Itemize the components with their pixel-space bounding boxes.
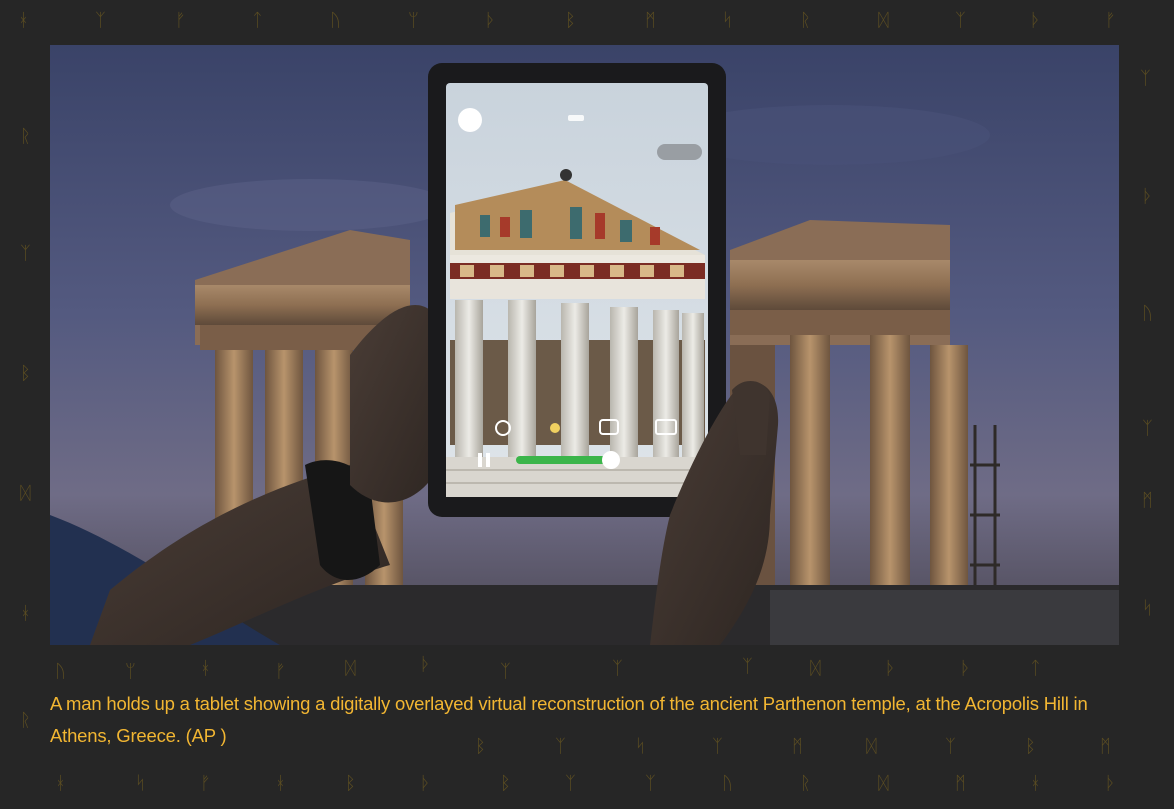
decor-glyph: ᛒ — [565, 10, 576, 31]
decor-glyph: ᚦ — [1030, 10, 1041, 31]
decor-glyph: ᚼ — [55, 773, 66, 794]
decor-glyph: ᚦ — [420, 773, 431, 794]
photo-caption: A man holds up a tablet showing a digita… — [50, 693, 1088, 746]
decor-glyph: ᚢ — [330, 10, 341, 31]
decor-glyph: ᛉ — [955, 10, 966, 31]
decor-glyph: ᚦ — [1142, 186, 1153, 207]
decor-glyph: ᚦ — [485, 10, 496, 31]
decor-glyph: ᛒ — [500, 773, 511, 794]
decor-glyph: ᚠ — [275, 661, 286, 682]
decor-glyph: ᚠ — [1105, 10, 1116, 31]
decor-glyph: ᛗ — [955, 773, 966, 794]
decor-glyph: ᛉ — [565, 773, 576, 794]
decor-glyph: ᛉ — [20, 243, 31, 264]
decor-glyph: ᚼ — [20, 603, 31, 624]
decor-glyph: ᚦ — [885, 658, 896, 679]
decor-glyph: ᛘ — [408, 10, 419, 31]
decor-glyph: ᛉ — [1142, 418, 1153, 439]
decor-glyph: ᚢ — [55, 661, 66, 682]
decor-glyph: ᛏ — [252, 10, 263, 31]
decor-glyph: ᚼ — [200, 658, 211, 679]
decor-glyph: ᛋ — [135, 773, 146, 794]
decor-glyph: ᚱ — [20, 710, 31, 731]
parthenon-ar-photo — [50, 45, 1119, 645]
decor-glyph: ᚱ — [800, 10, 811, 31]
decor-glyph: ᛉ — [500, 661, 511, 682]
decor-glyph: ᚼ — [275, 773, 286, 794]
decor-glyph: ᚼ — [1030, 773, 1041, 794]
decor-glyph: ᛏ — [1030, 658, 1041, 679]
decor-glyph: ᚦ — [420, 654, 431, 675]
decor-glyph: ᚠ — [200, 773, 211, 794]
decor-glyph: ᛞ — [345, 658, 356, 679]
decor-glyph: ᛉ — [612, 658, 623, 679]
decor-glyph: ᚼ — [18, 10, 29, 31]
decor-glyph: ᛗ — [645, 10, 656, 31]
decor-glyph: ᛗ — [1142, 490, 1153, 511]
decor-glyph: ᛋ — [722, 10, 733, 31]
decor-glyph: ᛘ — [125, 661, 136, 682]
decor-glyph: ᚦ — [1105, 773, 1116, 794]
decor-glyph: ᚢ — [1142, 303, 1153, 324]
decor-glyph: ᛉ — [1140, 68, 1151, 89]
decor-glyph: ᛋ — [1142, 598, 1153, 619]
decor-glyph: ᛒ — [20, 363, 31, 384]
decor-glyph: ᚢ — [722, 773, 733, 794]
decor-glyph: ᛉ — [742, 656, 753, 677]
decor-glyph: ᚱ — [800, 773, 811, 794]
decor-glyph: ᛉ — [95, 10, 106, 31]
decor-glyph: ᛒ — [345, 773, 356, 794]
decor-glyph: ᛞ — [878, 10, 889, 31]
decor-glyph: ᚠ — [175, 10, 186, 31]
decor-glyph: ᛉ — [645, 773, 656, 794]
decor-glyph: ᛞ — [810, 658, 821, 679]
decor-glyph: ᛞ — [20, 483, 31, 504]
decor-glyph: ᚦ — [960, 658, 971, 679]
photo-illustration — [50, 45, 1119, 645]
decor-glyph: ᛞ — [878, 773, 889, 794]
decor-glyph: ᚱ — [20, 126, 31, 147]
